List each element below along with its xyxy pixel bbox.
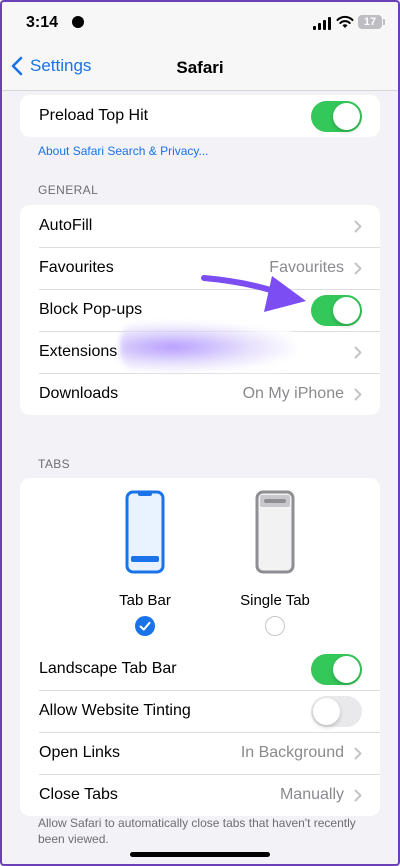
tabs-group: Tab Bar Single Tab Landscape Tab Bar All… [20, 478, 380, 816]
cellular-signal-icon [313, 17, 331, 30]
chevron-right-icon [354, 346, 362, 358]
row-close-tabs[interactable]: Close Tabs Manually [20, 774, 380, 816]
chevron-right-icon [354, 789, 362, 801]
single-tab-phone-icon [255, 490, 295, 574]
row-preload-top-hit: Preload Top Hit [20, 95, 380, 137]
status-bar: 3:14 17 [0, 0, 400, 46]
preload-top-hit-toggle[interactable] [311, 100, 362, 132]
row-value: In Background [240, 744, 344, 761]
status-time: 3:14 [26, 14, 59, 31]
row-autofill[interactable]: AutoFill [20, 205, 380, 247]
navigation-bar: Settings Safari [0, 46, 400, 91]
chevron-right-icon [354, 262, 362, 274]
toggle-knob [333, 102, 360, 130]
row-downloads[interactable]: Downloads On My iPhone [20, 373, 380, 415]
annotation-arrow-icon [201, 275, 306, 312]
single-tab-radio[interactable] [265, 616, 285, 636]
chevron-right-icon [354, 388, 362, 400]
tab-bar-radio[interactable] [135, 616, 155, 636]
page-title: Safari [176, 58, 224, 77]
row-landscape-tab-bar: Landscape Tab Bar [20, 648, 380, 690]
home-indicator[interactable] [130, 852, 270, 857]
row-label: Allow Website Tinting [39, 702, 191, 719]
block-popups-toggle[interactable] [311, 294, 362, 326]
website-tinting-toggle[interactable] [311, 695, 362, 727]
chevron-right-icon [354, 220, 362, 232]
row-value: Manually [279, 786, 344, 803]
toggle-knob [313, 697, 340, 725]
landscape-tab-bar-toggle[interactable] [311, 653, 362, 685]
chevron-right-icon [354, 747, 362, 759]
search-group: Preload Top Hit [20, 95, 380, 137]
single-tab-option[interactable]: Single Tab [215, 490, 335, 636]
section-header-tabs: TABS [38, 457, 71, 471]
row-label: AutoFill [39, 217, 93, 234]
blurred-redaction [120, 322, 295, 372]
battery-tip [383, 19, 385, 25]
tab-bar-phone-icon [125, 490, 165, 574]
checkmark-icon [139, 621, 151, 631]
row-value: On My iPhone [242, 385, 344, 402]
tab-bar-option[interactable]: Tab Bar [85, 490, 205, 636]
focus-icon [72, 16, 84, 28]
close-tabs-footer: Allow Safari to automatically close tabs… [38, 816, 356, 846]
toggle-knob [333, 655, 360, 683]
row-label: Landscape Tab Bar [39, 660, 177, 677]
option-label: Single Tab [240, 592, 310, 609]
option-label: Tab Bar [119, 592, 171, 609]
row-label: Downloads [39, 385, 119, 402]
battery-icon: 17 [358, 15, 382, 29]
about-safari-privacy-link[interactable]: About Safari Search & Privacy... [38, 144, 209, 158]
row-website-tinting: Allow Website Tinting [20, 690, 380, 732]
row-label: Open Links [39, 744, 120, 761]
wifi-icon [336, 15, 354, 28]
section-header-general: GENERAL [38, 183, 99, 197]
row-label: Close Tabs [39, 786, 118, 803]
tab-layout-picker: Tab Bar Single Tab [20, 478, 380, 648]
row-open-links[interactable]: Open Links In Background [20, 732, 380, 774]
row-label: Preload Top Hit [39, 107, 149, 124]
toggle-knob [333, 296, 360, 324]
